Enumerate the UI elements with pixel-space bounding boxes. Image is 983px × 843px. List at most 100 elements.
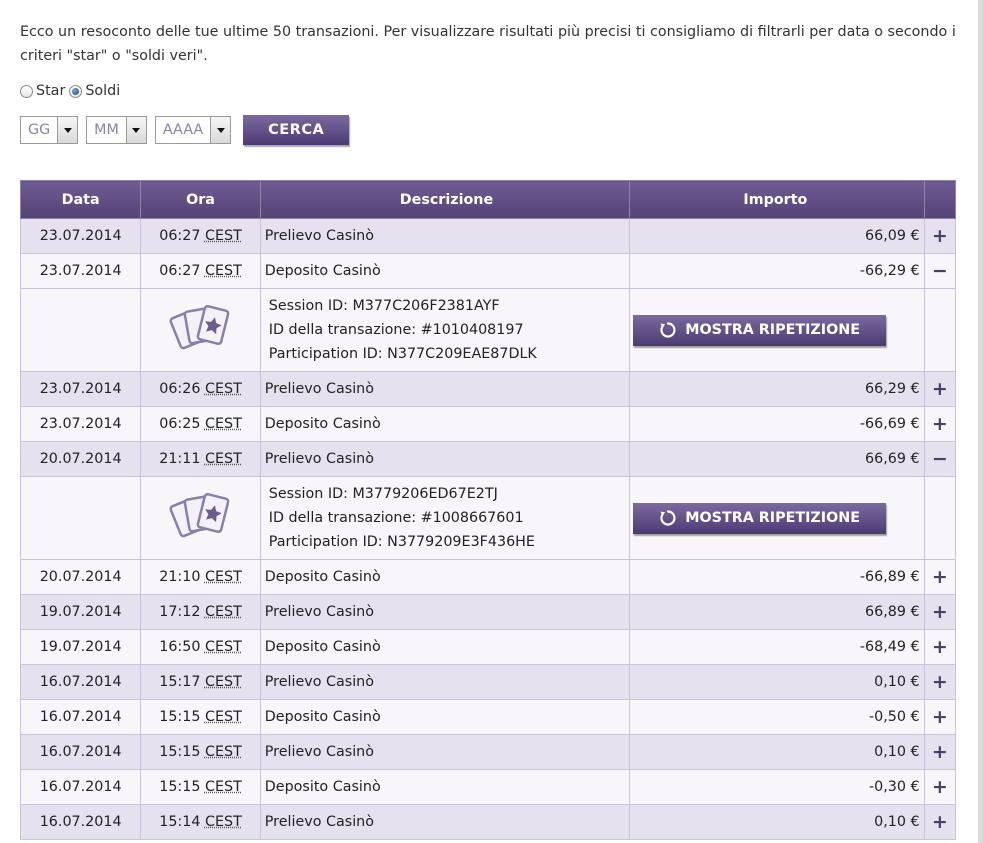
amount-cell: -0,30 €	[629, 769, 925, 805]
date-cell: 16.07.2014	[19, 769, 142, 805]
expand-toggle-icon[interactable]: +	[923, 406, 957, 442]
timezone-abbr[interactable]: CEST	[205, 709, 242, 725]
amount-cell: 0,10 €	[629, 804, 925, 840]
timezone-abbr[interactable]: CEST	[205, 639, 242, 655]
detail-info-cell: Session ID: M377C206F2381AYF ID della tra…	[259, 288, 631, 372]
expand-toggle-icon[interactable]: +	[923, 769, 957, 805]
table-row[interactable]: 16.07.2014 15:15 CEST Deposito Casinò -0,30…	[19, 769, 957, 805]
timezone-abbr[interactable]: CEST	[205, 814, 242, 830]
table-row[interactable]: 16.07.2014 15:14 CEST Prelievo Casinò 0,10 …	[19, 804, 957, 840]
time-cell: 15:17 CEST	[140, 664, 261, 700]
year-select[interactable]: AAAA	[154, 116, 232, 144]
date-cell: 23.07.2014	[19, 218, 142, 254]
money-radio[interactable]	[69, 84, 83, 98]
description-cell: Prelievo Casinò	[259, 218, 631, 254]
time-cell: 21:10 CEST	[140, 559, 261, 595]
expand-toggle-icon[interactable]: +	[923, 594, 957, 630]
table-row[interactable]: 16.07.2014 15:15 CEST Prelievo Casinò 0,10 …	[19, 734, 957, 770]
timezone-abbr[interactable]: CEST	[205, 263, 242, 279]
time-value: 15:14	[159, 814, 201, 830]
detail-icon-cell	[140, 476, 261, 560]
transactions-page: Ecco un resoconto delle tue ultime 50 tr…	[0, 0, 983, 843]
table-row[interactable]: 23.07.2014 06:25 CEST Deposito Casinò -66,6…	[19, 406, 957, 442]
detail-empty-cell	[923, 476, 957, 560]
month-select[interactable]: MM	[86, 116, 147, 144]
amount-cell: 66,29 €	[629, 371, 925, 407]
expand-toggle-icon[interactable]: +	[923, 699, 957, 735]
table-row[interactable]: 23.07.2014 06:27 CEST Prelievo Casinò 66,09…	[19, 218, 957, 254]
timezone-abbr[interactable]: CEST	[205, 451, 242, 467]
transactions-body: 23.07.2014 06:27 CEST Prelievo Casinò 66,09…	[19, 218, 957, 840]
detail-action-cell: MOSTRA RIPETIZIONE	[629, 288, 925, 372]
expand-toggle-icon[interactable]: +	[923, 664, 957, 700]
money-label: Soldi	[85, 83, 121, 99]
detail-icon-cell	[140, 288, 261, 372]
expand-toggle-icon[interactable]: +	[923, 371, 957, 407]
table-row[interactable]: 23.07.2014 06:26 CEST Prelievo Casinò 66,29…	[19, 371, 957, 407]
table-row[interactable]: 16.07.2014 15:17 CEST Prelievo Casinò 0,10 …	[19, 664, 957, 700]
column-header-amount[interactable]: Importo	[629, 180, 925, 219]
expand-toggle-icon[interactable]: +	[923, 629, 957, 665]
intro-text: Ecco un resoconto delle tue ultime 50 tr…	[20, 24, 956, 64]
column-header-time[interactable]: Ora	[140, 180, 261, 219]
chevron-down-icon[interactable]	[57, 117, 78, 143]
column-header-date[interactable]: Data	[19, 180, 142, 219]
timezone-abbr[interactable]: CEST	[205, 779, 242, 795]
description-cell: Deposito Casinò	[259, 406, 631, 442]
timezone-abbr[interactable]: CEST	[205, 744, 242, 760]
time-cell: 15:15 CEST	[140, 769, 261, 805]
chevron-down-icon[interactable]	[125, 117, 146, 143]
timezone-abbr[interactable]: CEST	[205, 674, 242, 690]
show-replay-button[interactable]: MOSTRA RIPETIZIONE	[633, 314, 887, 346]
time-value: 17:12	[159, 604, 201, 620]
time-cell: 15:14 CEST	[140, 804, 261, 840]
casino-cards-icon	[141, 488, 260, 548]
column-header-description[interactable]: Descrizione	[259, 180, 631, 219]
amount-cell: 0,10 €	[629, 734, 925, 770]
star-radio[interactable]	[20, 84, 33, 98]
search-button[interactable]: CERCA	[243, 115, 350, 145]
collapse-toggle-icon[interactable]: −	[923, 253, 957, 289]
session-id: Session ID: M3779206ED67E2TJ	[268, 486, 498, 502]
table-row[interactable]: 19.07.2014 17:12 CEST Prelievo Casinò 66,89…	[19, 594, 957, 630]
date-cell: 16.07.2014	[19, 734, 142, 770]
date-cell: 20.07.2014	[19, 559, 142, 595]
time-cell: 06:26 CEST	[140, 371, 261, 407]
expand-toggle-icon[interactable]: +	[923, 804, 957, 840]
chevron-down-icon[interactable]	[210, 117, 231, 143]
time-value: 15:15	[159, 744, 201, 760]
replay-icon	[659, 321, 677, 339]
table-header-row: Data Ora Descrizione Importo	[19, 180, 957, 219]
timezone-abbr[interactable]: CEST	[205, 228, 242, 244]
table-row[interactable]: 19.07.2014 16:50 CEST Deposito Casinò -68,4…	[19, 629, 957, 665]
show-replay-label: MOSTRA RIPETIZIONE	[685, 322, 860, 338]
expand-toggle-icon[interactable]: +	[923, 218, 957, 254]
timezone-abbr[interactable]: CEST	[205, 569, 242, 585]
day-select[interactable]: GG	[20, 116, 79, 144]
month-select-value: MM	[94, 122, 119, 138]
show-replay-label: MOSTRA RIPETIZIONE	[685, 510, 860, 526]
detail-empty-cell	[923, 288, 957, 372]
scrollbar[interactable]	[978, 0, 983, 843]
table-row[interactable]: 20.07.2014 21:11 CEST Prelievo Casinò 66,69…	[19, 441, 957, 477]
collapse-toggle-icon[interactable]: −	[923, 441, 957, 477]
time-value: 21:11	[159, 451, 201, 467]
table-row[interactable]: 23.07.2014 06:27 CEST Deposito Casinò -66,2…	[19, 253, 957, 289]
transactions-table: Data Ora Descrizione Importo 23.07.2014 0…	[19, 180, 957, 840]
table-row[interactable]: 20.07.2014 21:10 CEST Deposito Casinò -66,8…	[19, 559, 957, 595]
time-cell: 16:50 CEST	[140, 629, 261, 665]
timezone-abbr[interactable]: CEST	[205, 381, 242, 397]
time-cell: 15:15 CEST	[140, 734, 261, 770]
timezone-abbr[interactable]: CEST	[205, 416, 242, 432]
expand-toggle-icon[interactable]: +	[923, 559, 957, 595]
date-cell: 19.07.2014	[19, 629, 142, 665]
description-cell: Prelievo Casinò	[259, 594, 631, 630]
date-cell: 16.07.2014	[19, 664, 142, 700]
table-row[interactable]: 16.07.2014 15:15 CEST Deposito Casinò -0,50…	[19, 699, 957, 735]
show-replay-button[interactable]: MOSTRA RIPETIZIONE	[633, 502, 887, 534]
time-value: 15:15	[159, 779, 201, 795]
expand-toggle-icon[interactable]: +	[923, 734, 957, 770]
amount-cell: 0,10 €	[629, 664, 925, 700]
time-cell: 06:27 CEST	[140, 253, 261, 289]
timezone-abbr[interactable]: CEST	[205, 604, 242, 620]
